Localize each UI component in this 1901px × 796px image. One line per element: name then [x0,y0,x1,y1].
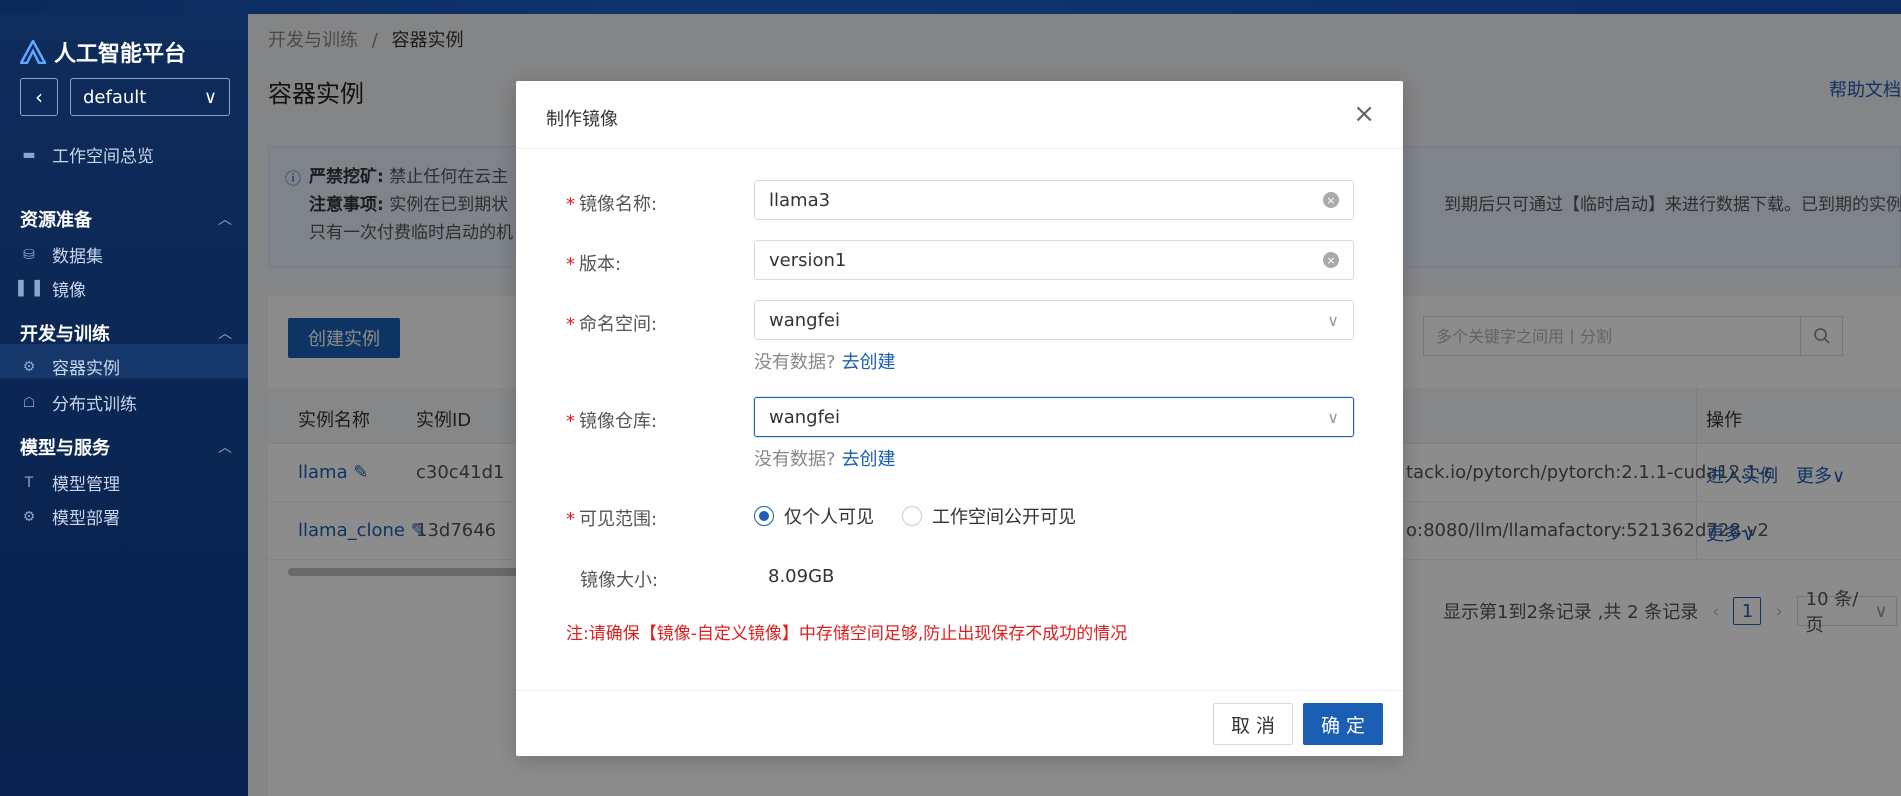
clear-icon[interactable]: × [1323,192,1339,208]
sidebar-item-label: 镜像 [52,281,86,301]
database-icon: ⛁ [23,246,35,263]
chevron-down-icon: ∨ [203,86,217,108]
chevron-left-icon: ‹ [35,85,43,109]
sidebar-item-container-instance[interactable]: ⚙ 容器实例 [20,354,120,380]
radio-label: 工作空间公开可见 [932,507,1076,528]
sidebar-item-label: 数据集 [52,247,103,267]
storage-warning: 注:请确保【镜像-自定义镜像】中存储空间足够,防止出现保存不成功的情况 [566,624,1128,644]
platform-logo-icon [20,40,46,64]
chevron-down-icon: ∨ [1327,310,1339,330]
sidebar-item-label: 模型部署 [52,509,120,529]
sidebar-item-model-management[interactable]: T 模型管理 [20,470,120,496]
required-mark: * [566,254,575,275]
repository-label: * 镜像仓库: [566,407,657,433]
confirm-button[interactable]: 确 定 [1303,703,1383,745]
sidebar-item-overview[interactable]: ▬ 工作空间总览 [20,142,154,168]
training-icon: ☖ [22,394,36,411]
sidebar-group-label: 模型与服务 [20,438,110,459]
version-input[interactable]: version1 × [754,240,1354,280]
top-header-strip [0,0,1901,14]
required-mark: * [566,509,575,530]
chevron-down-icon: ∨ [1327,407,1339,427]
sidebar: 人工智能平台 ‹ default ∨ ▬ 工作空间总览 资源准备 ︿ ⛁ 数据集… [0,14,248,796]
sidebar-item-label: 分布式训练 [52,395,137,415]
namespace-label: * 命名空间: [566,310,657,336]
visibility-radio-group: 仅个人可见 工作空间公开可见 [754,503,1076,529]
sidebar-item-distributed-training[interactable]: ☖ 分布式训练 [20,390,137,416]
sidebar-item-label: 模型管理 [52,475,120,495]
version-label: * 版本: [566,250,621,276]
workspace-value: default [83,86,147,108]
brand: 人工智能平台 [20,36,186,68]
image-name-input[interactable]: llama3 × [754,180,1354,220]
required-mark: * [566,314,575,335]
sidebar-group-label: 资源准备 [20,210,92,231]
model-icon: T [24,474,34,491]
radio-checked-icon [754,506,774,526]
make-image-dialog: 制作镜像 × * 镜像名称: llama3 × * 版本: version1 × *… [516,81,1403,756]
input-value: version1 [769,249,847,271]
required-mark: * [566,194,575,215]
required-mark: * [566,411,575,432]
radio-public[interactable]: 工作空间公开可见 [902,503,1076,529]
radio-private[interactable]: 仅个人可见 [754,503,874,529]
select-value: wangfei [769,406,840,428]
select-value: wangfei [769,309,840,331]
namespace-select[interactable]: wangfei ∨ [754,300,1354,340]
sidebar-item-model-deploy[interactable]: ⚙ 模型部署 [20,504,120,530]
cancel-button[interactable]: 取 消 [1213,703,1293,745]
namespace-hint: 没有数据? 去创建 [754,348,896,374]
sidebar-item-label: 工作空间总览 [52,147,154,167]
chevron-up-icon: ︿ [218,212,232,228]
chevron-up-icon: ︿ [218,440,232,456]
radio-unchecked-icon [902,506,922,526]
radio-label: 仅个人可见 [784,507,874,528]
label-text: 镜像名称: [579,194,658,215]
repository-select[interactable]: wangfei ∨ [754,397,1354,437]
deploy-icon: ⚙ [22,508,36,525]
dialog-header: 制作镜像 × [516,81,1403,149]
sidebar-item-image[interactable]: ▌▐ 镜像 [18,276,86,302]
label-text: 版本: [579,254,622,275]
repository-hint: 没有数据? 去创建 [754,445,896,471]
clear-icon[interactable]: × [1323,252,1339,268]
image-name-label: * 镜像名称: [566,190,657,216]
sidebar-item-label: 容器实例 [52,359,120,379]
hint-text: 没有数据? [754,352,836,373]
sidebar-group-resources[interactable]: 资源准备 ︿ [20,206,232,232]
close-icon[interactable]: × [1353,99,1375,129]
hint-text: 没有数据? [754,449,836,470]
visibility-label: * 可见范围: [566,505,657,531]
sidebar-group-label: 开发与训练 [20,324,110,345]
chevron-up-icon: ︿ [218,326,232,342]
label-text: 镜像仓库: [579,411,658,432]
sidebar-item-dataset[interactable]: ⛁ 数据集 [20,242,103,268]
create-namespace-link[interactable]: 去创建 [842,352,896,373]
label-text: 命名空间: [579,314,658,335]
back-button[interactable]: ‹ [20,78,58,116]
sidebar-group-model-service[interactable]: 模型与服务 ︿ [20,434,232,460]
dialog-footer: 取 消 确 定 [516,690,1403,756]
image-size-label: 镜像大小: [580,570,659,591]
create-repository-link[interactable]: 去创建 [842,449,896,470]
container-icon: ⚙ [22,358,36,375]
overview-icon: ▬ [22,146,36,163]
workspace-select[interactable]: default ∨ [70,78,230,116]
image-icon: ▌▐ [18,280,40,297]
input-value: llama3 [769,189,831,211]
sidebar-group-dev-train[interactable]: 开发与训练 ︿ [20,320,232,346]
workspace-row: ‹ default ∨ [20,78,230,116]
dialog-title: 制作镜像 [546,109,618,130]
label-text: 可见范围: [579,509,658,530]
brand-title: 人工智能平台 [54,42,187,67]
image-size-value: 8.09GB [768,566,835,587]
